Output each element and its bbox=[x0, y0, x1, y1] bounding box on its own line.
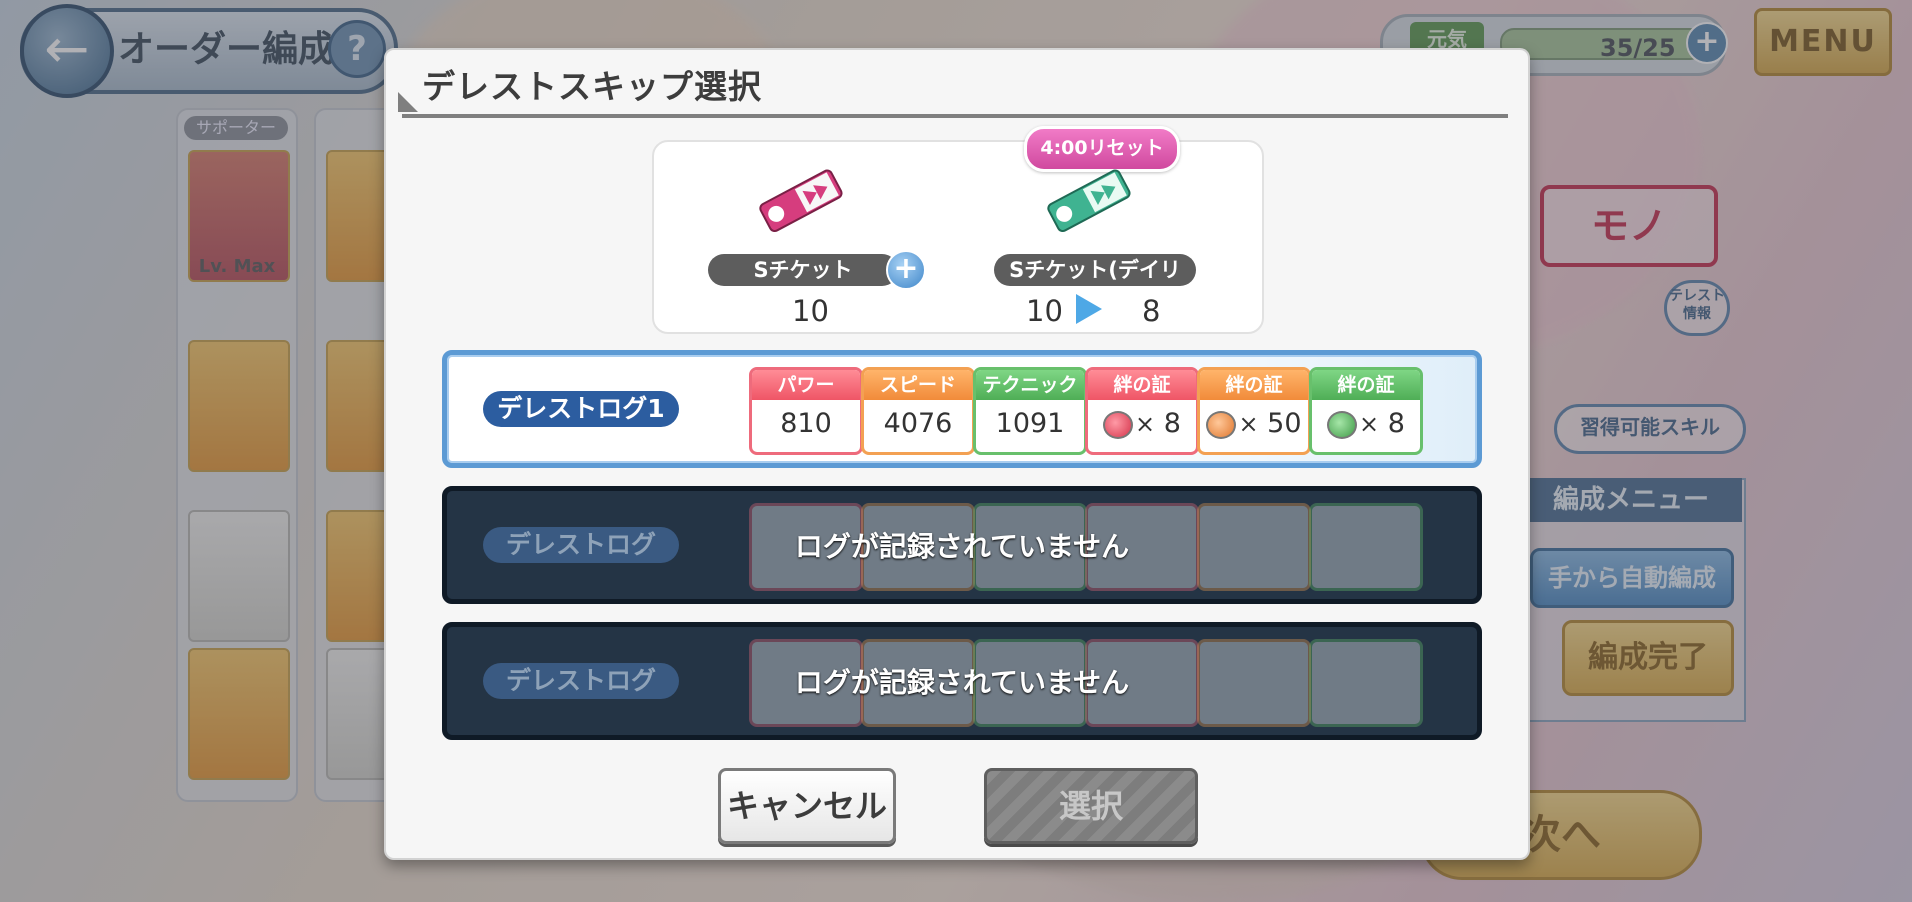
arrow-right-icon bbox=[1076, 294, 1102, 324]
heart-green-icon bbox=[1327, 410, 1358, 439]
stat-power: パワー 810 bbox=[749, 367, 863, 455]
stat-bond-value: × 8 bbox=[1312, 400, 1420, 448]
dialog-title: デレストスキップ選択 bbox=[422, 67, 762, 106]
stat-speed-value: 4076 bbox=[883, 408, 953, 439]
title-divider bbox=[402, 114, 1508, 118]
stat-power-label: パワー bbox=[752, 370, 860, 400]
stat-bond-value: × 8 bbox=[1088, 400, 1196, 448]
stat-technique: テクニック 1091 bbox=[973, 367, 1087, 455]
stat-bond-value: × 50 bbox=[1200, 400, 1308, 448]
stat-technique-label: テクニック bbox=[976, 370, 1084, 400]
empty-log-message: ログが記録されていません bbox=[794, 666, 1130, 699]
log-row-2: デレストログ ログが記録されていません bbox=[442, 486, 1482, 604]
stat-technique-value: 1091 bbox=[995, 408, 1065, 439]
bond-count: 50 bbox=[1267, 408, 1302, 439]
bond-count: 8 bbox=[1387, 408, 1405, 439]
heart-orange-icon bbox=[1206, 410, 1237, 439]
stat-speed: スピード 4076 bbox=[861, 367, 975, 455]
ticket-panel: Sチケット + 10 4:00リセット Sチケット(デイリー) 10 8 bbox=[652, 126, 1264, 334]
stat-power-value: 810 bbox=[780, 408, 832, 439]
stat-bond-green: 絆の証 × 8 bbox=[1309, 367, 1423, 455]
s-ticket-count: 10 bbox=[792, 294, 829, 328]
plus-icon[interactable]: + bbox=[886, 250, 926, 290]
skip-select-dialog: デレストスキップ選択 Sチケット + 10 4:00リセット Sチケット(デイリ… bbox=[384, 48, 1530, 860]
title-decoration bbox=[398, 92, 418, 112]
log-row-3: デレストログ ログが記録されていません bbox=[442, 622, 1482, 740]
bond-count: 8 bbox=[1163, 408, 1181, 439]
daily-s-ticket-icon bbox=[1047, 169, 1131, 233]
stat-bond-red: 絆の証 × 8 bbox=[1085, 367, 1199, 455]
stat-bond-label: 絆の証 bbox=[1088, 370, 1196, 400]
stat-speed-label: スピード bbox=[864, 370, 972, 400]
heart-red-icon bbox=[1103, 410, 1134, 439]
log-row-1[interactable]: デレストログ1 パワー 810 スピード 4076 テクニック 1091 絆の証… bbox=[442, 350, 1482, 468]
daily-ticket-label: Sチケット(デイリー) bbox=[994, 254, 1196, 314]
times-sign: × bbox=[1135, 410, 1156, 438]
s-ticket-label: Sチケット bbox=[708, 254, 898, 286]
stat-bond-orange: 絆の証 × 50 bbox=[1197, 367, 1311, 455]
empty-log-message: ログが記録されていません bbox=[794, 530, 1130, 563]
times-sign: × bbox=[1359, 410, 1380, 438]
daily-ticket-count-before: 10 bbox=[1026, 294, 1063, 328]
select-button[interactable]: 選択 bbox=[984, 768, 1198, 844]
times-sign: × bbox=[1238, 410, 1259, 438]
s-ticket-icon bbox=[759, 169, 843, 233]
stat-bond-label: 絆の証 bbox=[1312, 370, 1420, 400]
log-label: デレストログ1 bbox=[483, 391, 679, 427]
stat-bond-label: 絆の証 bbox=[1200, 370, 1308, 400]
daily-ticket-count-after: 8 bbox=[1142, 294, 1161, 328]
cancel-button[interactable]: キャンセル bbox=[718, 768, 896, 844]
